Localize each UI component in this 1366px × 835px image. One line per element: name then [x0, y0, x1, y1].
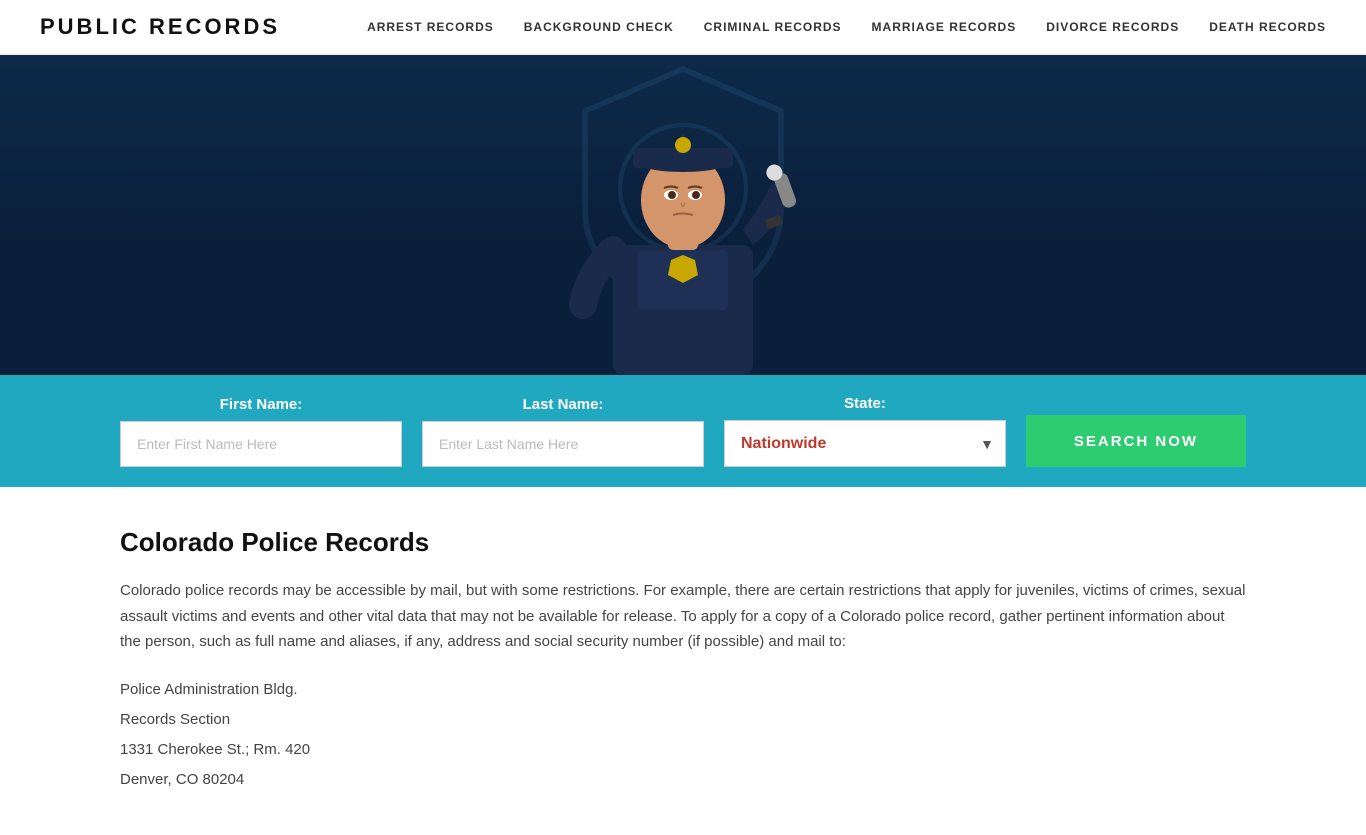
state-select[interactable]: NationwideAlabamaAlaskaArizonaArkansasCa…	[724, 420, 1006, 467]
nav-item-background-check: BACKGROUND CHECK	[524, 18, 674, 36]
officer-image	[523, 55, 843, 375]
nav-item-marriage-records: MARRIAGE RECORDS	[872, 18, 1017, 36]
nav-link-marriage-records[interactable]: MARRIAGE RECORDS	[872, 20, 1017, 34]
last-name-field: Last Name:	[422, 396, 704, 467]
intro-paragraph: Colorado police records may be accessibl…	[120, 578, 1246, 655]
nav-item-criminal-records: CRIMINAL RECORDS	[704, 18, 842, 36]
nav-item-divorce-records: DIVORCE RECORDS	[1046, 18, 1179, 36]
address-block: Police Administration Bldg. Records Sect…	[120, 675, 1246, 795]
hero-section: POLICE DEPT	[0, 55, 1366, 375]
nav-link-arrest-records[interactable]: ARREST RECORDS	[367, 20, 494, 34]
search-bar: First Name: Last Name: State: Nationwide…	[0, 375, 1366, 487]
state-label: State:	[724, 395, 1006, 412]
address-line-1: Police Administration Bldg.	[120, 675, 1246, 705]
first-name-label: First Name:	[120, 396, 402, 413]
nav-link-criminal-records[interactable]: CRIMINAL RECORDS	[704, 20, 842, 34]
first-name-field: First Name:	[120, 396, 402, 467]
main-content: Colorado Police Records Colorado police …	[0, 487, 1366, 835]
address-line-4: Denver, CO 80204	[120, 765, 1246, 795]
address-line-3: 1331 Cherokee St.; Rm. 420	[120, 735, 1246, 765]
nav-item-death-records: DEATH RECORDS	[1209, 18, 1326, 36]
nav-link-death-records[interactable]: DEATH RECORDS	[1209, 20, 1326, 34]
search-now-button[interactable]: SEARCH NOW	[1026, 415, 1246, 467]
main-nav: ARREST RECORDS BACKGROUND CHECK CRIMINAL R…	[367, 18, 1326, 36]
last-name-input[interactable]	[422, 421, 704, 467]
state-field: State: NationwideAlabamaAlaskaArizonaArk…	[724, 395, 1006, 467]
nav-list: ARREST RECORDS BACKGROUND CHECK CRIMINAL R…	[367, 18, 1326, 36]
header: PUBLIC RECORDS ARREST RECORDS BACKGROUND …	[0, 0, 1366, 55]
state-select-wrapper: NationwideAlabamaAlaskaArizonaArkansasCa…	[724, 420, 1006, 467]
logo[interactable]: PUBLIC RECORDS	[40, 14, 280, 40]
last-name-label: Last Name:	[422, 396, 704, 413]
nav-link-background-check[interactable]: BACKGROUND CHECK	[524, 20, 674, 34]
nav-link-divorce-records[interactable]: DIVORCE RECORDS	[1046, 20, 1179, 34]
nav-item-arrest-records: ARREST RECORDS	[367, 18, 494, 36]
address-line-2: Records Section	[120, 705, 1246, 735]
page-title: Colorado Police Records	[120, 527, 1246, 558]
first-name-input[interactable]	[120, 421, 402, 467]
